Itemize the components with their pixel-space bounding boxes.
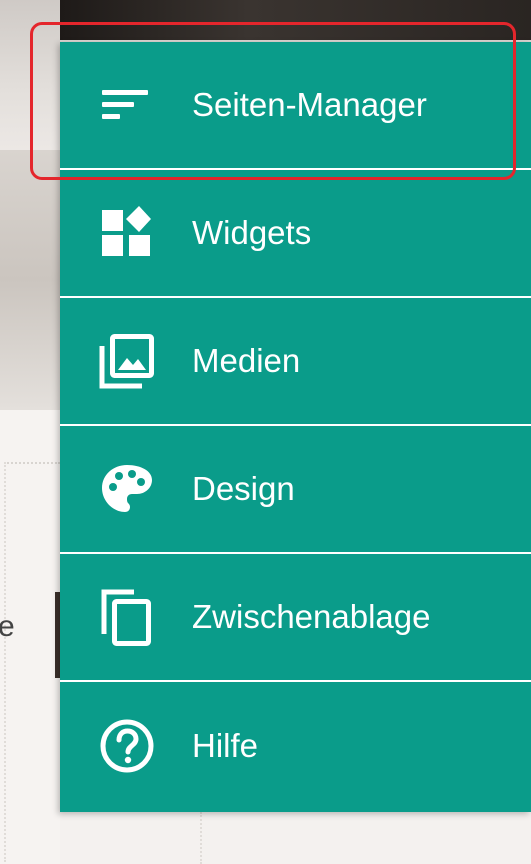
widgets-icon [98, 204, 156, 262]
background-dotted-border-bottom [200, 812, 202, 864]
help-circle-icon [98, 717, 156, 775]
menu-item-label: Widgets [192, 214, 312, 251]
menu-item-label: Seiten-Manager [192, 86, 427, 123]
copy-icon [98, 588, 156, 646]
background-dotted-border [4, 462, 6, 862]
menu-item-hilfe[interactable]: Hilfe [60, 682, 531, 810]
sort-lines-icon [98, 76, 156, 134]
background-partial-text: e [0, 610, 15, 643]
menu-item-label: Hilfe [192, 727, 259, 764]
photo-library-icon [98, 332, 156, 390]
background-photo [0, 150, 60, 410]
menu-item-label: Zwischenablage [192, 598, 431, 635]
side-menu: Seiten-Manager Widgets Medien Design Zwi… [60, 42, 531, 812]
background-dark-strip [60, 0, 531, 40]
menu-item-label: Medien [192, 342, 301, 379]
menu-item-design[interactable]: Design [60, 426, 531, 554]
background-dotted-divider [4, 462, 60, 464]
palette-icon [98, 460, 156, 518]
menu-item-widgets[interactable]: Widgets [60, 170, 531, 298]
menu-item-medien[interactable]: Medien [60, 298, 531, 426]
menu-item-zwischenablage[interactable]: Zwischenablage [60, 554, 531, 682]
menu-item-seiten-manager[interactable]: Seiten-Manager [60, 42, 531, 170]
menu-item-label: Design [192, 470, 295, 507]
